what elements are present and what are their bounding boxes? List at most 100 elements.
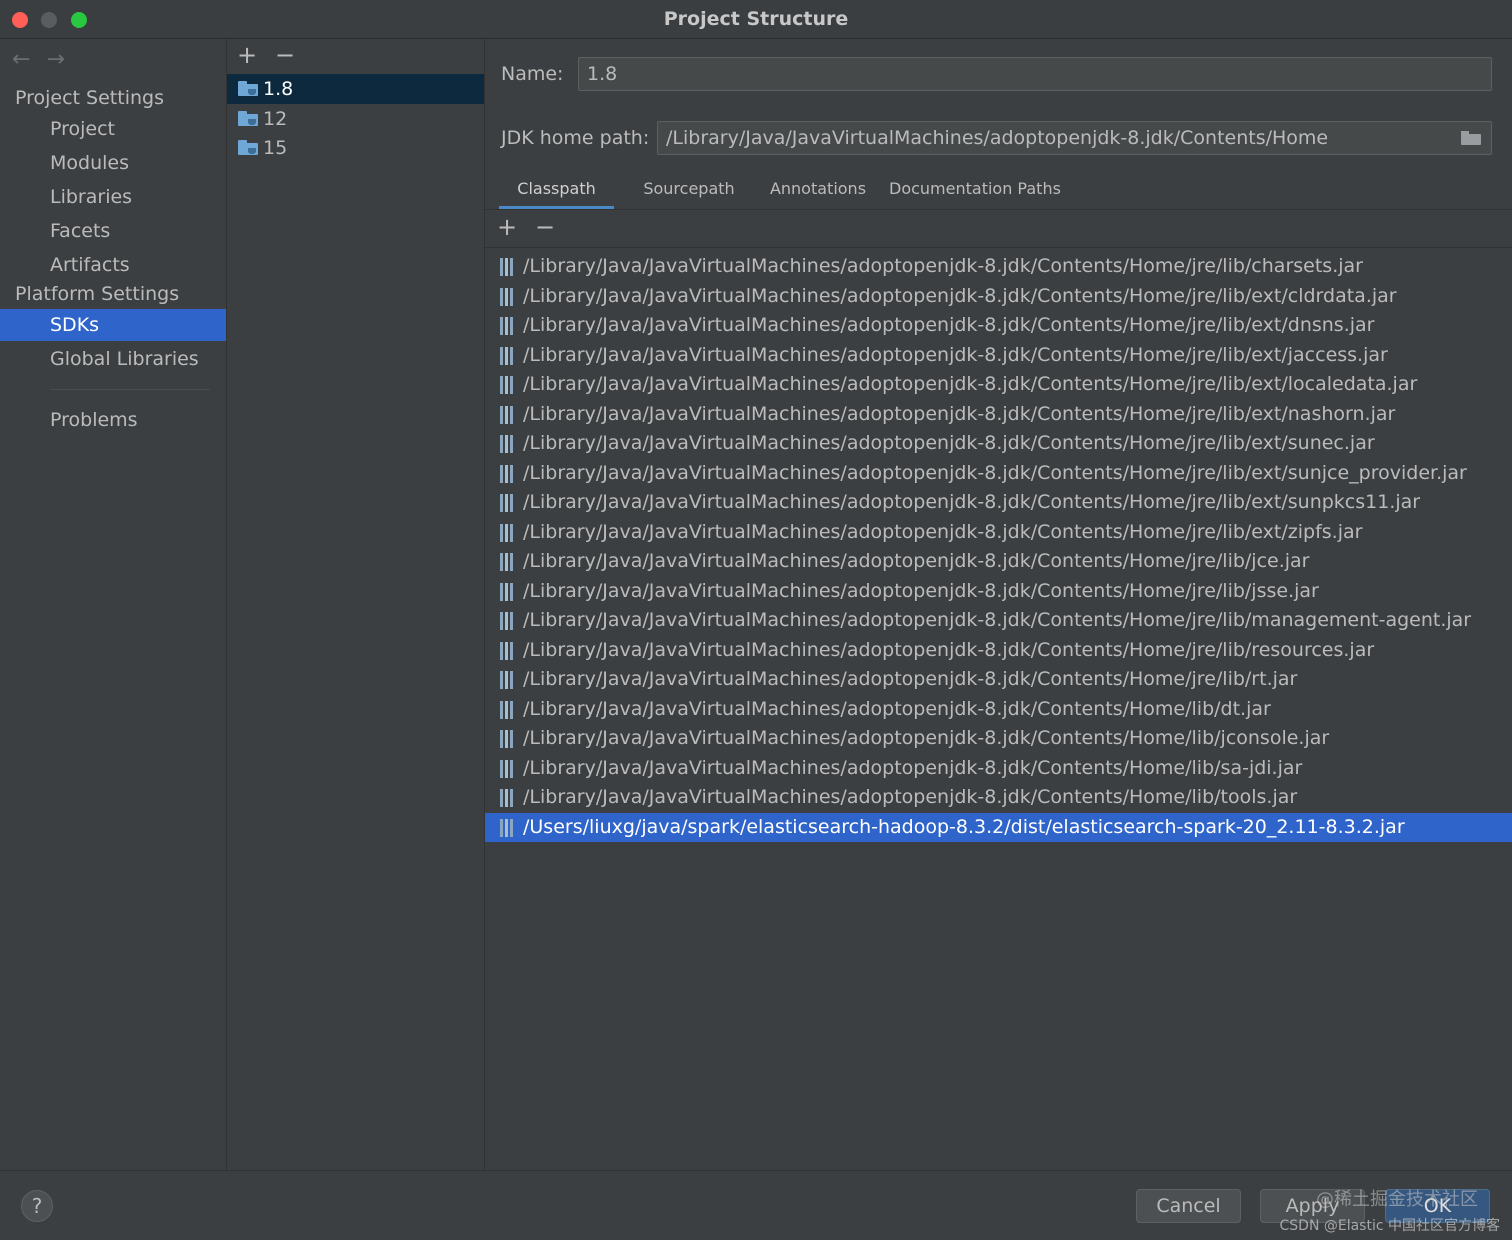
remove-classpath-button[interactable]: − [535,213,555,241]
classpath-row[interactable]: /Library/Java/JavaVirtualMachines/adopto… [485,459,1512,489]
jdk-folder-icon [238,81,258,96]
sdk-item[interactable]: 15 [227,133,484,163]
jar-icon [500,641,514,660]
sidebar-divider [50,389,210,390]
classpath-path: /Library/Java/JavaVirtualMachines/adopto… [523,343,1388,366]
classpath-row[interactable]: /Library/Java/JavaVirtualMachines/adopto… [485,695,1512,725]
classpath-row[interactable]: /Library/Java/JavaVirtualMachines/adopto… [485,783,1512,813]
sidebar-item-libraries[interactable]: Libraries [0,181,226,213]
name-field[interactable]: 1.8 [578,57,1492,91]
settings-sidebar: ←→ Project Settings Project Modules Libr… [0,39,227,1170]
tab-annotations[interactable]: Annotations [762,169,874,209]
classpath-row[interactable]: /Library/Java/JavaVirtualMachines/adopto… [485,400,1512,430]
jar-icon [500,258,514,276]
title-bar: Project Structure [0,0,1512,39]
classpath-list[interactable]: /Library/Java/JavaVirtualMachines/adopto… [485,248,1512,1170]
sidebar-item-sdks[interactable]: SDKs [0,309,226,341]
sidebar-item-facets[interactable]: Facets [0,215,226,247]
watermark-juejin: @稀土掘金技术社区 [1316,1189,1478,1210]
classpath-path: /Library/Java/JavaVirtualMachines/adopto… [523,284,1397,307]
classpath-row[interactable]: /Library/Java/JavaVirtualMachines/adopto… [485,488,1512,518]
tab-separator [485,209,1512,210]
jar-icon [500,730,514,748]
sdk-item-label: 12 [263,108,288,130]
add-classpath-button[interactable]: + [497,213,517,241]
classpath-path: /Library/Java/JavaVirtualMachines/adopto… [523,491,1421,513]
classpath-row[interactable]: /Library/Java/JavaVirtualMachines/adopto… [485,311,1512,341]
jdk-folder-icon [238,111,258,126]
jdk-home-value: /Library/Java/JavaVirtualMachines/adopto… [666,127,1329,149]
classpath-row[interactable]: /Library/Java/JavaVirtualMachines/adopto… [485,341,1512,371]
cancel-button[interactable]: Cancel [1136,1189,1241,1223]
classpath-path: /Library/Java/JavaVirtualMachines/adopto… [523,373,1418,395]
jar-icon [500,789,514,807]
classpath-row[interactable]: /Library/Java/JavaVirtualMachines/adopto… [485,636,1512,666]
platform-settings-heading: Platform Settings [15,283,180,305]
jar-icon [500,376,514,394]
jar-icon [500,346,514,365]
tab-sourcepath[interactable]: Sourcepath [628,169,750,209]
classpath-row[interactable]: /Library/Java/JavaVirtualMachines/adopto… [485,665,1512,695]
classpath-row[interactable]: /Library/Java/JavaVirtualMachines/adopto… [485,282,1512,312]
back-arrow-icon[interactable]: ← [12,47,46,72]
sidebar-item-problems[interactable]: Problems [0,404,226,436]
sdk-item[interactable]: 1.8 [227,74,484,104]
classpath-row[interactable]: /Library/Java/JavaVirtualMachines/adopto… [485,754,1512,784]
jar-icon [500,582,514,601]
remove-sdk-button[interactable]: − [275,41,295,69]
sidebar-item-global-libraries[interactable]: Global Libraries [0,343,226,375]
jar-icon [500,464,514,483]
jar-icon [500,435,514,453]
classpath-path: /Library/Java/JavaVirtualMachines/adopto… [523,432,1375,454]
jar-icon [500,759,514,778]
forward-arrow-icon[interactable]: → [46,47,80,72]
classpath-path: /Library/Java/JavaVirtualMachines/adopto… [523,668,1298,690]
classpath-row[interactable]: /Library/Java/JavaVirtualMachines/adopto… [485,724,1512,754]
sidebar-item-artifacts[interactable]: Artifacts [0,249,226,281]
sdk-list-panel: + − 1.8 12 15 [227,39,485,1170]
jdk-home-label: JDK home path: [501,127,650,149]
classpath-path: /Library/Java/JavaVirtualMachines/adopto… [523,786,1298,808]
jdk-home-field[interactable]: /Library/Java/JavaVirtualMachines/adopto… [657,121,1492,155]
tab-classpath[interactable]: Classpath [499,169,614,209]
classpath-path: /Library/Java/JavaVirtualMachines/adopto… [523,402,1396,425]
jar-icon [500,671,514,689]
tab-documentation-paths[interactable]: Documentation Paths [889,169,1061,209]
sdk-item-label: 15 [263,137,288,159]
sdk-item[interactable]: 12 [227,104,484,134]
help-button[interactable]: ? [21,1190,53,1222]
classpath-path: /Library/Java/JavaVirtualMachines/adopto… [523,609,1472,631]
jdk-folder-icon [238,140,258,155]
jar-icon [500,553,514,571]
window-title: Project Structure [663,8,849,30]
folder-browse-icon[interactable] [1461,131,1481,145]
classpath-path: /Library/Java/JavaVirtualMachines/adopto… [523,520,1363,543]
classpath-toolbar: + − [485,211,1512,248]
classpath-row[interactable]: /Library/Java/JavaVirtualMachines/adopto… [485,577,1512,607]
sdk-toolbar: + − [227,39,484,73]
jar-icon [500,317,514,335]
jar-icon [500,818,514,837]
add-sdk-button[interactable]: + [237,41,257,69]
watermark-csdn: CSDN @Elastic 中国社区官方博客 [1279,1218,1501,1234]
classpath-path: /Library/Java/JavaVirtualMachines/adopto… [523,255,1363,277]
classpath-row[interactable]: /Library/Java/JavaVirtualMachines/adopto… [485,429,1512,459]
jar-icon [500,494,514,512]
classpath-path: /Library/Java/JavaVirtualMachines/adopto… [523,461,1467,484]
classpath-row[interactable]: /Library/Java/JavaVirtualMachines/adopto… [485,547,1512,577]
project-settings-heading: Project Settings [15,87,164,109]
sidebar-item-project[interactable]: Project [0,113,226,145]
classpath-path: /Library/Java/JavaVirtualMachines/adopto… [523,314,1375,336]
history-nav: ←→ [12,47,81,72]
classpath-row[interactable]: /Library/Java/JavaVirtualMachines/adopto… [485,370,1512,400]
classpath-path: /Library/Java/JavaVirtualMachines/adopto… [523,550,1310,572]
classpath-row[interactable]: /Library/Java/JavaVirtualMachines/adopto… [485,252,1512,282]
classpath-row[interactable]: /Library/Java/JavaVirtualMachines/adopto… [485,606,1512,636]
classpath-row[interactable]: /Library/Java/JavaVirtualMachines/adopto… [485,518,1512,548]
classpath-path: /Library/Java/JavaVirtualMachines/adopto… [523,727,1330,749]
classpath-row[interactable]: /Users/liuxg/java/spark/elasticsearch-ha… [485,812,1512,842]
jar-icon [500,405,514,424]
classpath-path: /Library/Java/JavaVirtualMachines/adopto… [523,638,1375,661]
sidebar-item-modules[interactable]: Modules [0,147,226,179]
project-structure-window: Project Structure ←→ Project Settings Pr… [0,0,1512,1240]
